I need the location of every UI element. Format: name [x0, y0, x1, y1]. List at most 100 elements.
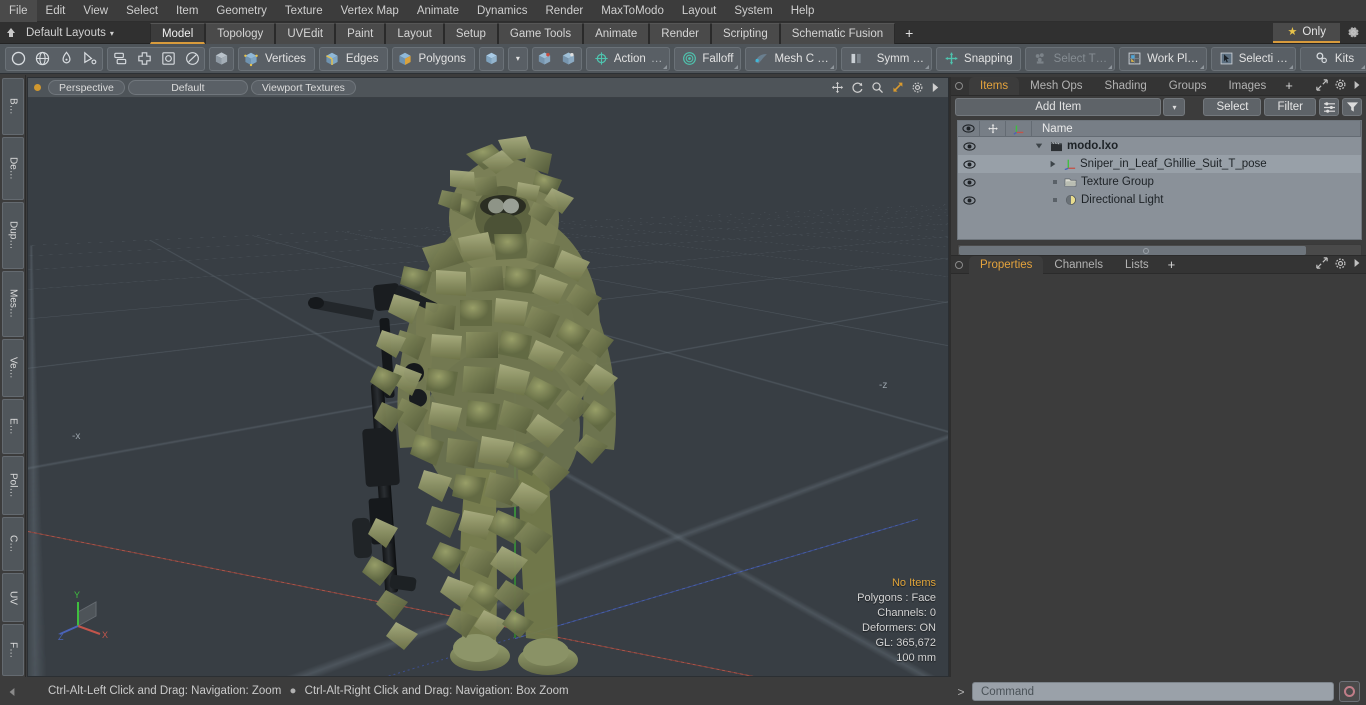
item-list[interactable]: Name modo.lxo Sniper_in_Leaf_Ghillie_Sui…: [957, 120, 1362, 240]
table-row[interactable]: Sniper_in_Leaf_Ghillie_Suit_T_pose: [958, 155, 1361, 173]
properties-state-dot[interactable]: [955, 261, 963, 269]
selection-mode-polygons-label[interactable]: Polygons: [417, 53, 474, 65]
tab-shading[interactable]: Shading: [1094, 77, 1158, 95]
item-mode-dropdown-button[interactable]: [479, 47, 504, 71]
globe-icon[interactable]: [30, 48, 54, 70]
table-row[interactable]: modo.lxo: [958, 137, 1361, 155]
gear-icon[interactable]: [1334, 257, 1347, 273]
row-label-directional-light[interactable]: Directional Light: [1060, 194, 1163, 206]
snapping-button[interactable]: Snapping: [936, 47, 1021, 71]
tab-model[interactable]: Model: [150, 23, 205, 44]
left-tab-uv[interactable]: UV: [2, 573, 24, 621]
menu-item-maxtomodo[interactable]: MaxToModo: [592, 0, 673, 22]
status-prev-icon[interactable]: [0, 678, 24, 705]
add-item-dropdown-button[interactable]: ▾: [1163, 98, 1185, 116]
left-tab-basic[interactable]: B…: [2, 78, 24, 135]
tab-properties[interactable]: Properties: [969, 256, 1043, 274]
panel-state-dot[interactable]: [955, 82, 963, 90]
tab-setup[interactable]: Setup: [444, 23, 498, 44]
viewport-scene[interactable]: -z -x Y X Z No Items Polygons: Face Cha…: [28, 98, 948, 676]
radial-icon[interactable]: [180, 48, 204, 70]
pan-icon[interactable]: [831, 81, 844, 94]
gear-icon[interactable]: [1334, 78, 1347, 94]
selection-mode-vertices-label[interactable]: Vertices: [263, 53, 314, 65]
menu-item-layout[interactable]: Layout: [673, 0, 726, 22]
row-label-scene[interactable]: modo.lxo: [1046, 140, 1118, 152]
kits-button[interactable]: Kits: [1300, 47, 1366, 71]
table-row[interactable]: Directional Light: [958, 191, 1361, 209]
tab-mesh-ops[interactable]: Mesh Ops: [1019, 77, 1093, 95]
tab-schematic-fusion[interactable]: Schematic Fusion: [780, 23, 895, 44]
mirror-icon[interactable]: [108, 48, 132, 70]
row-visibility-toggle[interactable]: [958, 196, 980, 205]
eye-icon[interactable]: [958, 121, 980, 137]
edges-cube-icon[interactable]: [320, 48, 344, 70]
left-tab-deform[interactable]: De…: [2, 137, 24, 200]
menu-item-item[interactable]: Item: [167, 0, 207, 22]
item-mode-button[interactable]: [209, 47, 234, 71]
tab-scripting[interactable]: Scripting: [711, 23, 780, 44]
left-tab-edge[interactable]: E…: [2, 399, 24, 454]
rotate-icon[interactable]: [851, 81, 864, 94]
properties-panel-body[interactable]: [951, 274, 1366, 677]
row-visibility-toggle[interactable]: [958, 160, 980, 169]
left-tab-curve[interactable]: C…: [2, 517, 24, 572]
menu-item-help[interactable]: Help: [782, 0, 824, 22]
move-lock-icon[interactable]: [980, 121, 1006, 137]
menu-item-edit[interactable]: Edit: [37, 0, 75, 22]
model-sniper-in-leaf-ghillie-suit[interactable]: [290, 98, 720, 676]
record-icon[interactable]: [1339, 681, 1360, 702]
menu-item-geometry[interactable]: Geometry: [207, 0, 276, 22]
tab-groups[interactable]: Groups: [1158, 77, 1218, 95]
tab-game-tools[interactable]: Game Tools: [498, 23, 583, 44]
viewport-projection-selector[interactable]: Perspective: [48, 80, 125, 95]
tab-render[interactable]: Render: [649, 23, 711, 44]
viewport-shading-selector[interactable]: Viewport Textures: [251, 80, 356, 95]
expand-arrow-icon[interactable]: [1032, 142, 1046, 150]
3d-viewport[interactable]: Perspective Default Viewport Textures -z…: [27, 77, 949, 677]
table-row[interactable]: Texture Group: [958, 173, 1361, 191]
left-tab-polygon[interactable]: Pol…: [2, 456, 24, 515]
selection-mode-edges-label[interactable]: Edges: [344, 53, 387, 65]
add-properties-tab-button[interactable]: +: [1160, 256, 1184, 274]
command-input[interactable]: Command: [972, 682, 1334, 701]
add-tab-button[interactable]: +: [895, 23, 923, 44]
menu-item-dynamics[interactable]: Dynamics: [468, 0, 536, 22]
tab-uvedit[interactable]: UVEdit: [275, 23, 335, 44]
column-header-name[interactable]: Name: [1032, 121, 1361, 137]
polygons-cube-icon[interactable]: [393, 48, 417, 70]
mesh-constraint-button[interactable]: Mesh C …: [745, 47, 836, 71]
menu-item-animate[interactable]: Animate: [408, 0, 468, 22]
left-tab-duplicate[interactable]: Dup…: [2, 202, 24, 269]
menu-item-render[interactable]: Render: [536, 0, 592, 22]
left-tab-fusion[interactable]: F…: [2, 624, 24, 676]
row-visibility-toggle[interactable]: [958, 178, 980, 187]
chevron-right-icon[interactable]: [1353, 258, 1361, 271]
row-visibility-toggle[interactable]: [958, 142, 980, 151]
zoom-icon[interactable]: [871, 81, 884, 94]
snap-element-icon[interactable]: [557, 48, 581, 70]
move-icon[interactable]: [132, 48, 156, 70]
funnel-icon[interactable]: [1342, 98, 1362, 116]
menu-item-system[interactable]: System: [725, 0, 781, 22]
list-options-icon[interactable]: [1319, 98, 1339, 116]
expand-icon[interactable]: [1316, 79, 1328, 94]
viewport-gear-icon[interactable]: [911, 81, 924, 94]
tab-layout[interactable]: Layout: [385, 23, 444, 44]
tab-lists[interactable]: Lists: [1114, 256, 1160, 274]
row-label-texture-group[interactable]: Texture Group: [1060, 176, 1154, 188]
select-button[interactable]: Select: [1203, 98, 1261, 116]
pen-icon[interactable]: [54, 48, 78, 70]
select-through-button[interactable]: Select T…: [1025, 47, 1115, 71]
menu-item-vertex-map[interactable]: Vertex Map: [332, 0, 408, 22]
menu-item-file[interactable]: File: [0, 0, 37, 22]
vertices-cube-icon[interactable]: [239, 48, 263, 70]
expand-icon[interactable]: [1316, 257, 1328, 272]
collapse-arrow-icon[interactable]: [1032, 160, 1060, 168]
add-item-button[interactable]: Add Item: [955, 98, 1161, 116]
menu-item-texture[interactable]: Texture: [276, 0, 332, 22]
curve-icon[interactable]: [78, 48, 102, 70]
action-center-button[interactable]: Action …: [586, 47, 670, 71]
chevron-right-icon[interactable]: [931, 82, 940, 93]
default-layouts-label[interactable]: Default Layouts ▾: [22, 22, 122, 44]
